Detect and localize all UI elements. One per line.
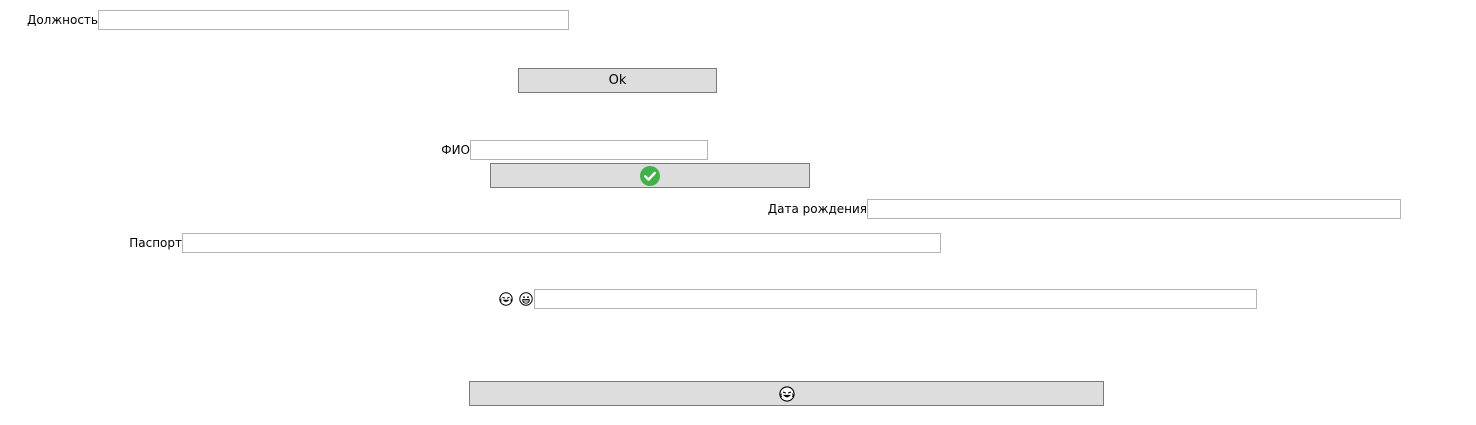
emoji-button[interactable] xyxy=(469,381,1104,406)
fio-label: ФИО xyxy=(441,143,470,157)
birth-date-label: Дата рождения xyxy=(767,202,867,216)
birth-date-input[interactable] xyxy=(867,199,1401,219)
grinning-face-icon xyxy=(519,292,533,306)
emoji-input[interactable] xyxy=(534,289,1257,309)
confirm-button[interactable] xyxy=(490,163,810,188)
ok-button-label: Ok xyxy=(608,73,627,88)
fio-input[interactable] xyxy=(470,140,708,160)
laughing-tears-face-icon xyxy=(499,292,513,306)
passport-input[interactable] xyxy=(182,233,941,253)
passport-label: Паспорт xyxy=(129,236,182,250)
position-input[interactable] xyxy=(98,10,569,30)
ok-button[interactable]: Ok xyxy=(518,68,717,93)
check-circle-icon xyxy=(640,165,660,186)
position-label: Должность xyxy=(26,13,98,27)
laughing-tears-face-icon xyxy=(778,385,795,402)
